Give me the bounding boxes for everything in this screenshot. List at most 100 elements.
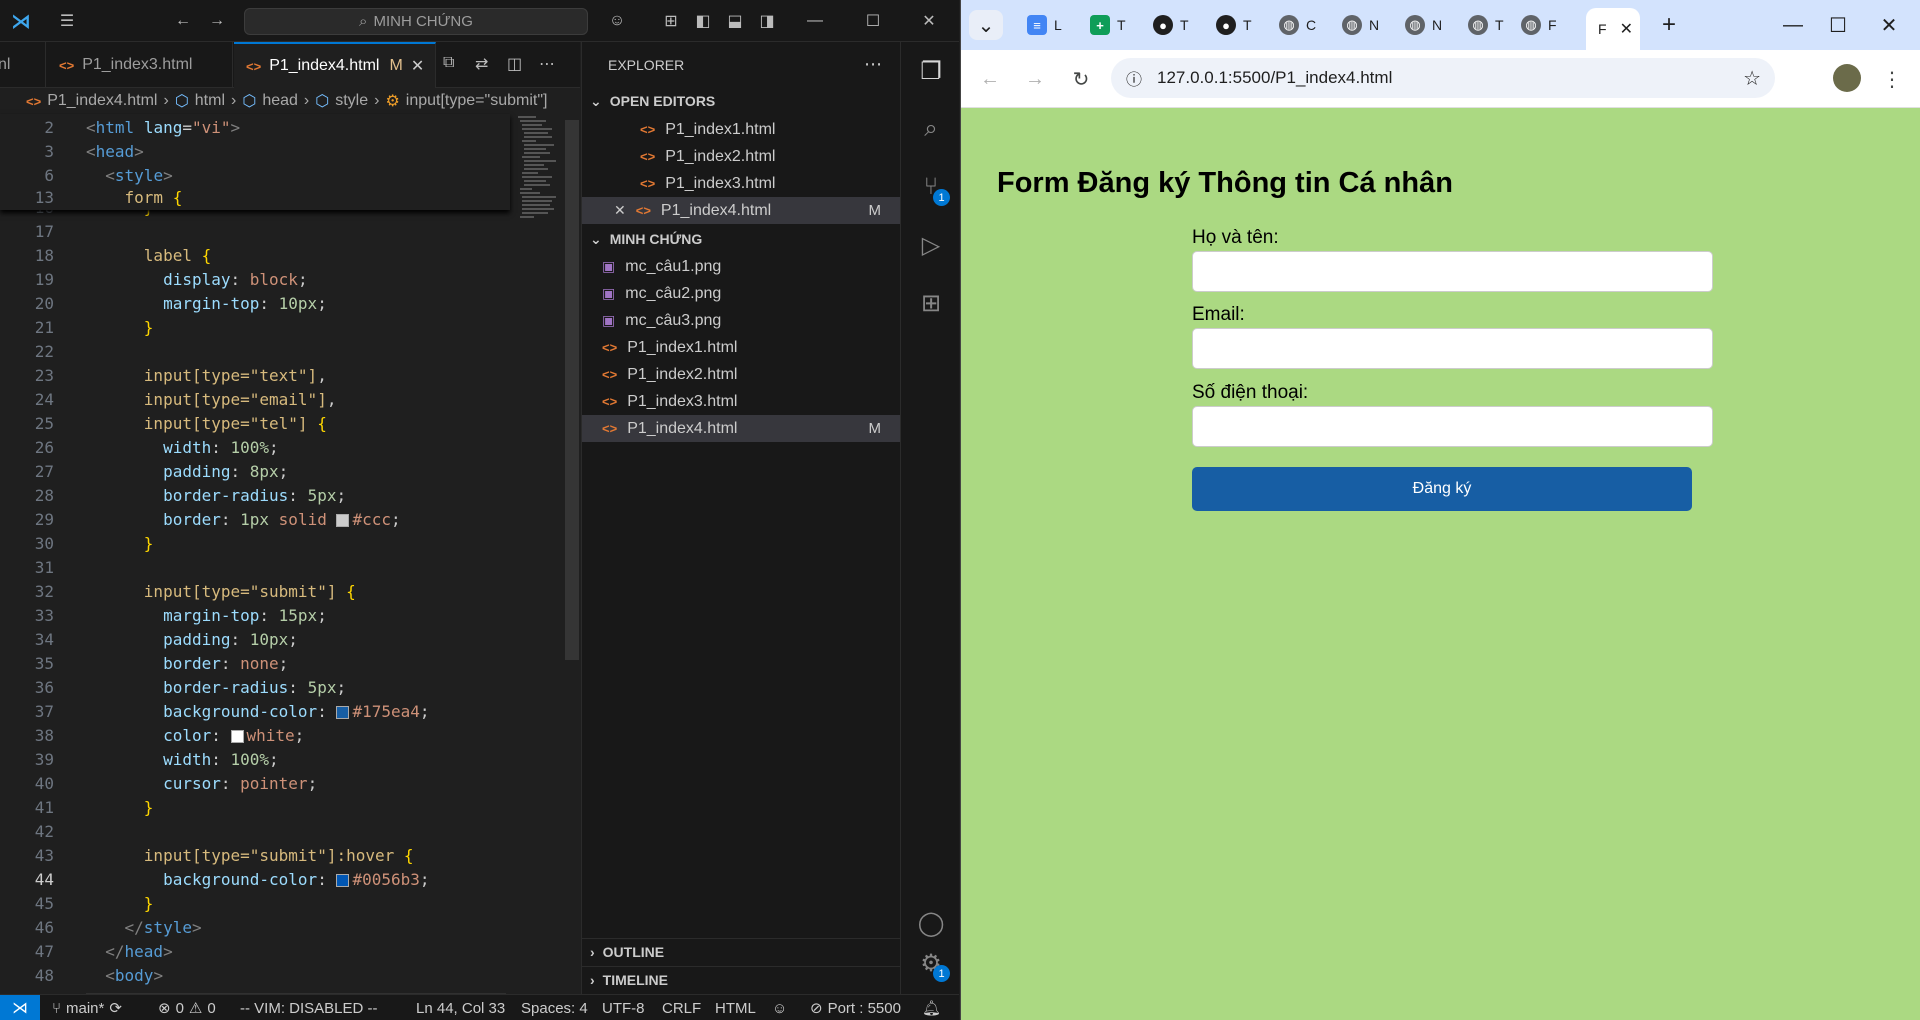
breadcrumb-item[interactable]: input[type="submit"] [406, 92, 548, 110]
browser-tab[interactable]: ◍ N [1330, 8, 1390, 42]
browser-tab[interactable]: ≡ L [1015, 8, 1075, 42]
close-window-icon[interactable]: ✕ [916, 8, 942, 34]
vim-status[interactable]: -- VIM: DISABLED -- [240, 995, 378, 1020]
sticky-line[interactable]: 2 <html lang="vi"> [0, 116, 510, 140]
file-item[interactable]: <> P1_index4.html M [582, 415, 901, 442]
editor-scrollbar[interactable] [565, 120, 579, 660]
browser-tab[interactable]: ● T [1141, 8, 1201, 42]
color-swatch[interactable] [230, 730, 244, 743]
close-window-icon[interactable]: ✕ [1869, 10, 1909, 40]
folder-section[interactable]: ⌄ MINH CHỨNG [582, 226, 901, 252]
close-icon[interactable]: ✕ [614, 202, 626, 219]
timeline-section[interactable]: › TIMELINE [582, 966, 901, 992]
email-input[interactable] [1192, 328, 1713, 369]
cursor-position[interactable]: Ln 44, Col 33 [416, 995, 505, 1020]
browser-tab[interactable]: ◍ T [1456, 8, 1516, 42]
browser-tab[interactable]: ◍ F [1509, 8, 1569, 42]
phone-input[interactable] [1192, 406, 1713, 447]
file-item[interactable]: <> P1_index2.html [582, 361, 901, 388]
split-editor-icon[interactable]: ◫ [507, 54, 522, 74]
tab-partial[interactable]: nl [0, 42, 46, 88]
file-item[interactable]: ▣ mc_câu2.png [582, 280, 901, 307]
notifications-bell-icon[interactable]: 🔔︎ [922, 995, 941, 1020]
copilot-status-icon[interactable]: ☺ [772, 995, 787, 1020]
open-editor-item[interactable]: <> P1_index2.html [582, 143, 901, 170]
sticky-line[interactable]: 13 form { [0, 186, 510, 210]
toggle-sidebar-icon[interactable]: ◧ [690, 8, 716, 34]
command-center-search[interactable]: ⌕ MINH CHỨNG [244, 8, 588, 35]
menu-icon[interactable]: ☰ [54, 8, 80, 34]
close-tab-icon[interactable]: ✕ [411, 56, 424, 76]
address-bar[interactable]: ⓘ 127.0.0.1:5500/P1_index4.html ☆ [1111, 58, 1775, 98]
forward-arrow-icon[interactable]: → [204, 8, 230, 34]
code-editor[interactable]: 16 } 17 18 label { 19 display: block; 20… [0, 114, 580, 994]
minimap[interactable] [510, 114, 570, 994]
breadcrumb-item[interactable]: P1_index4.html [47, 92, 157, 110]
open-changes-icon[interactable]: ⧉ [443, 54, 454, 72]
tab-p1-index3[interactable]: <> P1_index3.html [47, 42, 233, 88]
toggle-secondary-sidebar-icon[interactable]: ◨ [754, 8, 780, 34]
browser-tab[interactable]: ● T [1204, 8, 1264, 42]
explorer-icon[interactable]: ❐ [912, 52, 950, 90]
sticky-line[interactable]: 3 <head> [0, 140, 510, 164]
compare-icon[interactable]: ⇄ [475, 54, 488, 74]
run-debug-icon[interactable]: ▷ [912, 226, 950, 264]
profile-avatar[interactable] [1833, 64, 1861, 92]
open-editors-section[interactable]: ⌄ OPEN EDITORS [582, 88, 901, 114]
file-item[interactable]: ▣ mc_câu3.png [582, 307, 901, 334]
customize-layout-icon[interactable]: ⊞ [658, 8, 684, 34]
open-editor-item[interactable]: <> P1_index1.html [582, 116, 901, 143]
extensions-icon[interactable]: ⊞ [912, 284, 950, 322]
browser-tab[interactable]: ◍ N [1393, 8, 1453, 42]
file-item[interactable]: <> P1_index1.html [582, 334, 901, 361]
bookmark-star-icon[interactable]: ☆ [1743, 66, 1761, 91]
breadcrumb-item[interactable]: html [195, 92, 225, 110]
color-swatch[interactable] [336, 706, 350, 719]
site-info-icon[interactable]: ⓘ [1123, 67, 1145, 89]
remote-indicator-icon[interactable]: ⋊ [0, 995, 40, 1020]
live-server-port[interactable]: ⊘ Port : 5500 [810, 995, 901, 1020]
reload-icon[interactable]: ↻ [1066, 64, 1096, 94]
open-editor-item[interactable]: ✕ <> P1_index4.html M [582, 197, 901, 224]
language-mode[interactable]: HTML [715, 995, 756, 1020]
problems-indicator[interactable]: ⊗ 0 ⚠ 0 [158, 995, 216, 1020]
encoding[interactable]: UTF-8 [602, 995, 645, 1020]
forward-icon[interactable]: → [1020, 64, 1050, 94]
more-actions-icon[interactable]: ⋯ [864, 54, 882, 75]
back-icon[interactable]: ← [975, 64, 1005, 94]
branch-indicator[interactable]: ⑂ main* ⟳ [52, 995, 122, 1020]
color-swatch[interactable] [336, 874, 350, 887]
end-of-line[interactable]: CRLF [662, 995, 701, 1020]
outline-section[interactable]: › OUTLINE [582, 938, 901, 964]
color-swatch[interactable] [336, 514, 350, 527]
new-tab-icon[interactable]: + [1649, 10, 1689, 40]
maximize-icon[interactable]: ☐ [1818, 10, 1858, 40]
browser-tab[interactable]: ◍ C [1267, 8, 1327, 42]
file-item[interactable]: <> P1_index3.html [582, 388, 901, 415]
browser-tab[interactable]: + T [1078, 8, 1138, 42]
tab-search-icon[interactable]: ⌄ [969, 10, 1003, 40]
more-actions-icon[interactable]: ⋯ [539, 54, 555, 74]
account-icon[interactable]: ◯ [912, 904, 950, 942]
toggle-panel-icon[interactable]: ⬓ [722, 8, 748, 34]
minimize-icon[interactable]: — [1773, 10, 1813, 40]
tab-p1-index4[interactable]: <> P1_index4.html M ✕ [234, 42, 436, 88]
copilot-icon[interactable]: ☺ [604, 8, 630, 34]
maximize-icon[interactable]: ☐ [860, 8, 886, 34]
settings-gear-icon[interactable]: ⚙ 1 [912, 944, 950, 982]
submit-button[interactable]: Đăng ký [1192, 467, 1692, 511]
indentation[interactable]: Spaces: 4 [521, 995, 588, 1020]
close-tab-icon[interactable]: ✕ [1620, 19, 1633, 39]
name-input[interactable] [1192, 251, 1713, 292]
back-arrow-icon[interactable]: ← [170, 8, 196, 34]
sticky-line[interactable]: 6 <style> [0, 164, 510, 188]
search-icon[interactable]: ⌕ [912, 110, 950, 148]
browser-tab-active[interactable]: F ✕ [1586, 8, 1640, 50]
breadcrumb-item[interactable]: style [335, 92, 368, 110]
browser-menu-icon[interactable]: ⋮ [1877, 64, 1907, 94]
minimize-icon[interactable]: — [802, 8, 828, 34]
open-editor-item[interactable]: <> P1_index3.html [582, 170, 901, 197]
source-control-icon[interactable]: ⑂ 1 [912, 168, 950, 206]
file-item[interactable]: ▣ mc_câu1.png [582, 253, 901, 280]
breadcrumb-item[interactable]: head [262, 92, 298, 110]
